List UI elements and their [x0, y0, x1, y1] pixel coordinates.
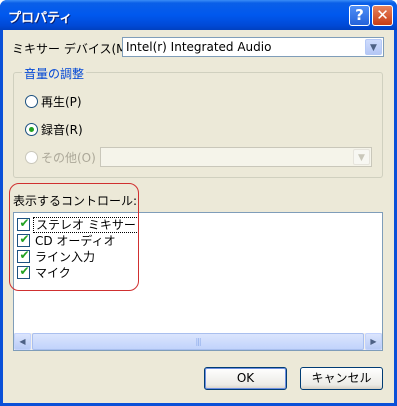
checkbox-line-in[interactable]: ✔: [17, 248, 30, 263]
chevron-down-icon[interactable]: ▼: [365, 39, 382, 55]
chevron-down-icon: ▼: [353, 149, 370, 165]
horizontal-scrollbar[interactable]: ◀ ||| ▶: [14, 333, 382, 350]
scroll-thumb[interactable]: |||: [32, 333, 364, 350]
list-item[interactable]: ✔ CD オーディオ: [17, 232, 118, 248]
radio-other: その他(O): [25, 149, 96, 166]
radio-other-circle: [25, 151, 38, 164]
radio-playback-circle[interactable]: [25, 95, 38, 108]
checkmark-icon: ✔: [19, 216, 30, 230]
mixer-device-label: ミキサー デバイス(M):: [12, 42, 136, 56]
checkmark-icon: ✔: [19, 232, 30, 246]
radio-recording-label: 録音(R): [41, 123, 83, 137]
properties-dialog: プロパティ ? ✕ ミキサー デバイス(M): Intel(r) Integra…: [0, 0, 397, 406]
ok-button[interactable]: OK: [204, 367, 287, 390]
checkbox-stereo-mixer[interactable]: ✔: [17, 216, 30, 231]
scroll-right-icon[interactable]: ▶: [365, 333, 382, 350]
radio-other-label: その他(O): [41, 151, 96, 165]
help-button[interactable]: ?: [349, 5, 370, 26]
checkbox-cd-audio[interactable]: ✔: [17, 232, 30, 247]
other-device-select: ▼: [100, 147, 372, 167]
dialog-body: ミキサー デバイス(M): Intel(r) Integrated Audio …: [3, 30, 394, 403]
list-item-label: CD オーディオ: [35, 234, 116, 248]
scroll-left-icon[interactable]: ◀: [14, 333, 31, 350]
title-bar[interactable]: プロパティ ? ✕: [0, 0, 397, 30]
cancel-button[interactable]: キャンセル: [300, 367, 383, 390]
volume-adjust-title: 音量の調整: [22, 65, 87, 82]
window-title: プロパティ: [8, 11, 73, 26]
radio-recording[interactable]: 録音(R): [25, 121, 83, 138]
mixer-device-select[interactable]: Intel(r) Integrated Audio ▼: [122, 37, 384, 57]
mixer-device-value: Intel(r) Integrated Audio: [126, 40, 272, 54]
controls-label: 表示するコントロール:: [13, 194, 138, 208]
controls-list[interactable]: ✔ ステレオ ミキサー ✔ CD オーディオ ✔ ライン入力 ✔ マイク ◀ ||| ▶: [13, 212, 383, 351]
list-item[interactable]: ✔ マイク: [17, 264, 73, 280]
list-item[interactable]: ✔ ライン入力: [17, 248, 97, 264]
list-item-label: ステレオ ミキサー: [33, 217, 139, 233]
checkmark-icon: ✔: [19, 248, 30, 262]
close-button[interactable]: ✕: [372, 5, 393, 26]
list-item-label: マイク: [35, 266, 71, 280]
list-item[interactable]: ✔ ステレオ ミキサー: [17, 216, 139, 233]
radio-recording-circle[interactable]: [25, 123, 38, 136]
checkbox-microphone[interactable]: ✔: [17, 264, 30, 279]
volume-adjust-group: 音量の調整 再生(P) 録音(R) その他(O) ▼: [13, 65, 383, 178]
list-item-label: ライン入力: [35, 250, 96, 264]
checkmark-icon: ✔: [19, 264, 30, 278]
radio-playback-label: 再生(P): [41, 95, 82, 109]
radio-playback[interactable]: 再生(P): [25, 93, 82, 110]
